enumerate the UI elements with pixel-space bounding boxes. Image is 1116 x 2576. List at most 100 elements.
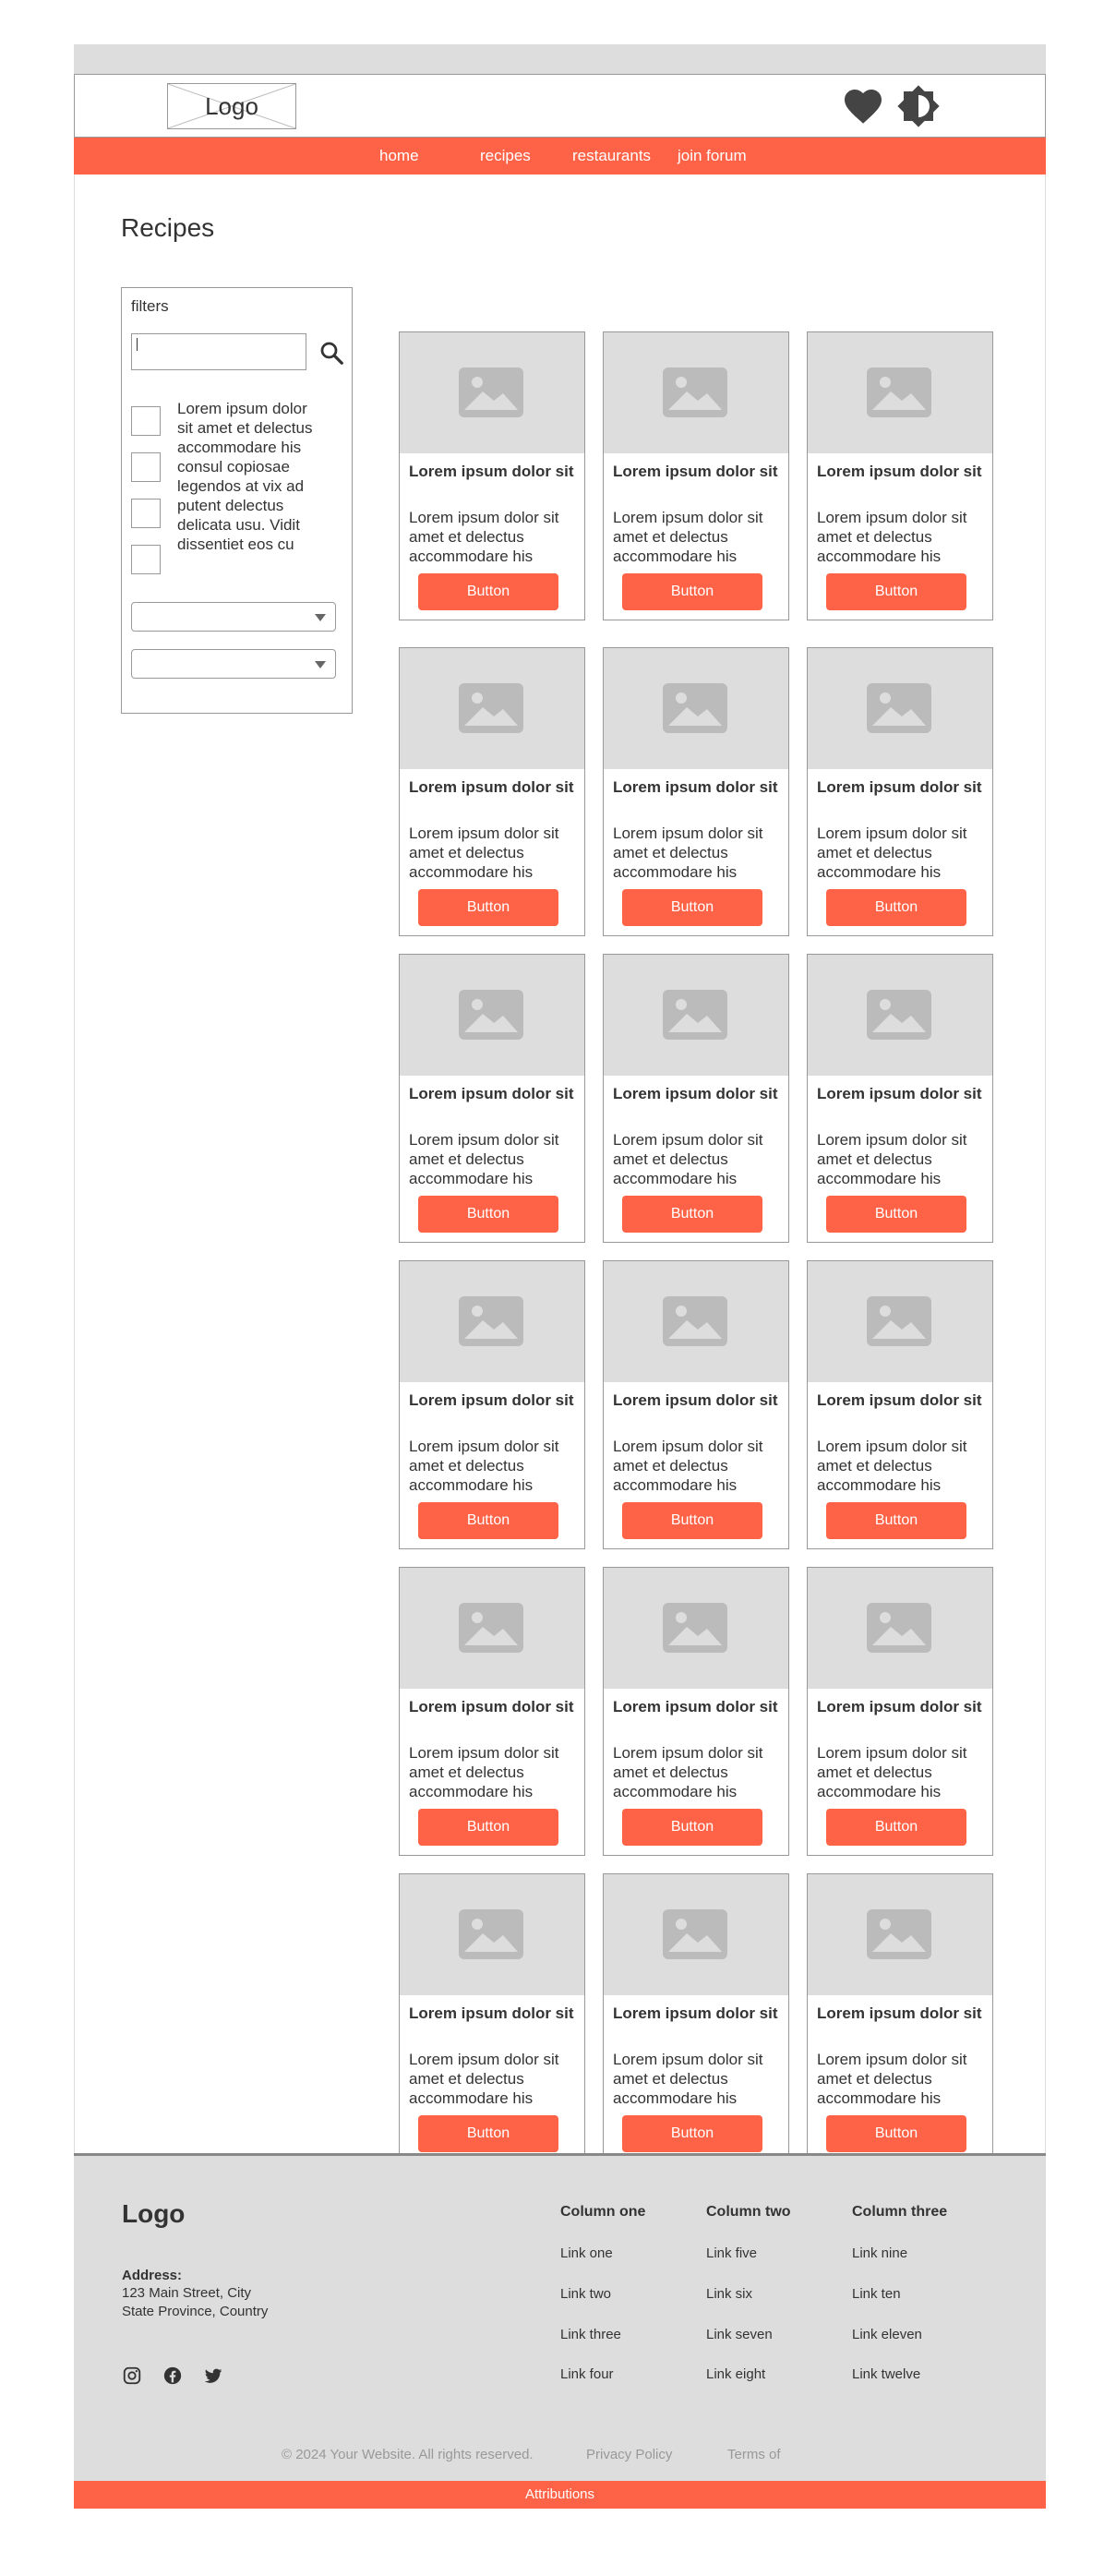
recipe-card[interactable]: Lorem ipsum dolor sit Lorem ipsum dolor s…	[399, 1260, 585, 1549]
filters-title: filters	[131, 297, 169, 315]
card-image	[808, 648, 992, 769]
footer-link[interactable]: Link twelve	[852, 2366, 920, 2382]
card-button[interactable]: Button	[418, 2115, 558, 2152]
image-placeholder-icon	[459, 1909, 523, 1959]
instagram-icon[interactable]	[122, 2365, 142, 2386]
recipe-card[interactable]: Lorem ipsum dolor sit Lorem ipsum dolor s…	[603, 1873, 789, 2162]
card-button[interactable]: Button	[418, 1196, 558, 1233]
card-button[interactable]: Button	[826, 1196, 966, 1233]
card-body: Lorem ipsum dolor sit amet et delectus a…	[817, 1131, 967, 1187]
recipe-card[interactable]: Lorem ipsum dolor sit Lorem ipsum dolor s…	[399, 647, 585, 936]
footer-link[interactable]: Link eight	[706, 2366, 765, 2382]
heart-icon[interactable]	[841, 84, 885, 128]
card-button[interactable]: Button	[826, 573, 966, 610]
card-button[interactable]: Button	[622, 1196, 762, 1233]
card-body: Lorem ipsum dolor sit amet et delectus a…	[409, 2051, 559, 2107]
recipe-card[interactable]: Lorem ipsum dolor sit Lorem ipsum dolor s…	[399, 1873, 585, 2162]
recipe-card[interactable]: Lorem ipsum dolor sit Lorem ipsum dolor s…	[603, 331, 789, 620]
card-image	[808, 1874, 992, 1995]
recipe-card[interactable]: Lorem ipsum dolor sit Lorem ipsum dolor s…	[603, 954, 789, 1243]
recipe-card[interactable]: Lorem ipsum dolor sit Lorem ipsum dolor s…	[807, 954, 993, 1243]
recipe-card[interactable]: Lorem ipsum dolor sit Lorem ipsum dolor s…	[807, 331, 993, 620]
card-body: Lorem ipsum dolor sit amet et delectus a…	[409, 825, 559, 881]
card-button[interactable]: Button	[826, 1502, 966, 1539]
search-input[interactable]	[131, 333, 306, 370]
card-title: Lorem ipsum dolor sit	[817, 2004, 982, 2022]
card-button[interactable]: Button	[622, 889, 762, 926]
card-button[interactable]: Button	[826, 1809, 966, 1846]
image-placeholder-icon	[867, 1909, 931, 1959]
card-button[interactable]: Button	[826, 2115, 966, 2152]
attributions-bar[interactable]: Attributions	[74, 2481, 1046, 2509]
recipe-card[interactable]: Lorem ipsum dolor sit Lorem ipsum dolor s…	[399, 1567, 585, 1856]
image-placeholder-icon	[867, 1296, 931, 1346]
card-button[interactable]: Button	[826, 889, 966, 926]
footer-link[interactable]: Link nine	[852, 2245, 907, 2261]
main-content: Recipes filters Lorem ipsum dolor sit am…	[74, 175, 1046, 2162]
recipe-card[interactable]: Lorem ipsum dolor sit Lorem ipsum dolor s…	[399, 331, 585, 620]
filter-dropdown-1[interactable]	[131, 602, 336, 632]
text-cursor	[137, 338, 138, 351]
card-button[interactable]: Button	[418, 889, 558, 926]
footer-column-heading: Column three	[852, 2204, 948, 2220]
recipe-card[interactable]: Lorem ipsum dolor sit Lorem ipsum dolor s…	[807, 1567, 993, 1856]
card-button[interactable]: Button	[418, 1809, 558, 1846]
terms-link[interactable]: Terms of	[727, 2447, 781, 2462]
filter-dropdown-2[interactable]	[131, 649, 336, 679]
card-image	[604, 1568, 788, 1689]
card-button[interactable]: Button	[418, 1502, 558, 1539]
card-body: Lorem ipsum dolor sit amet et delectus a…	[409, 1438, 559, 1494]
footer-link[interactable]: Link eleven	[852, 2327, 922, 2342]
footer-link[interactable]: Link four	[560, 2366, 614, 2382]
card-title: Lorem ipsum dolor sit	[817, 1391, 982, 1409]
recipe-card[interactable]: Lorem ipsum dolor sit Lorem ipsum dolor s…	[603, 1567, 789, 1856]
card-body: Lorem ipsum dolor sit amet et delectus a…	[817, 1744, 967, 1800]
recipe-card[interactable]: Lorem ipsum dolor sit Lorem ipsum dolor s…	[807, 647, 993, 936]
card-button[interactable]: Button	[622, 573, 762, 610]
filter-checkbox-2[interactable]	[131, 452, 161, 482]
recipe-card[interactable]: Lorem ipsum dolor sit Lorem ipsum dolor s…	[807, 1260, 993, 1549]
image-placeholder-icon	[459, 367, 523, 417]
footer-link[interactable]: Link five	[706, 2245, 757, 2261]
footer-logo[interactable]: Logo	[122, 2199, 185, 2229]
image-placeholder-icon	[459, 1603, 523, 1653]
card-image	[400, 1261, 584, 1382]
image-placeholder-icon	[663, 683, 727, 733]
card-button[interactable]: Button	[622, 1809, 762, 1846]
card-button[interactable]: Button	[622, 2115, 762, 2152]
footer: Logo Address: 123 Main Street, City Stat…	[74, 2153, 1046, 2481]
footer-link[interactable]: Link one	[560, 2245, 613, 2261]
filter-checkbox-1[interactable]	[131, 406, 161, 436]
header-logo[interactable]: Logo	[167, 83, 296, 129]
recipe-card[interactable]: Lorem ipsum dolor sit Lorem ipsum dolor s…	[399, 954, 585, 1243]
twitter-icon[interactable]	[203, 2365, 223, 2386]
nav-item-restaurants[interactable]: restaurants	[572, 138, 651, 175]
card-button[interactable]: Button	[418, 573, 558, 610]
privacy-policy-link[interactable]: Privacy Policy	[586, 2447, 672, 2462]
card-button[interactable]: Button	[622, 1502, 762, 1539]
card-body: Lorem ipsum dolor sit amet et delectus a…	[817, 1438, 967, 1494]
recipe-card[interactable]: Lorem ipsum dolor sit Lorem ipsum dolor s…	[603, 647, 789, 936]
search-icon[interactable]	[318, 339, 345, 367]
footer-link[interactable]: Link seven	[706, 2327, 773, 2342]
card-image	[808, 332, 992, 453]
footer-link[interactable]: Link two	[560, 2286, 611, 2302]
recipe-card[interactable]: Lorem ipsum dolor sit Lorem ipsum dolor s…	[603, 1260, 789, 1549]
card-image	[604, 332, 788, 453]
footer-link[interactable]: Link ten	[852, 2286, 901, 2302]
image-placeholder-icon	[459, 1296, 523, 1346]
nav-item-home[interactable]: home	[379, 138, 419, 175]
brightness-icon[interactable]	[896, 84, 941, 128]
nav-item-recipes[interactable]: recipes	[480, 138, 531, 175]
card-body: Lorem ipsum dolor sit amet et delectus a…	[817, 509, 967, 565]
filter-checkbox-3[interactable]	[131, 499, 161, 528]
card-body: Lorem ipsum dolor sit amet et delectus a…	[817, 825, 967, 881]
address-line-1: 123 Main Street, City	[122, 2285, 252, 2301]
nav-item-join-forum[interactable]: join forum	[678, 138, 747, 175]
facebook-icon[interactable]	[162, 2365, 183, 2386]
footer-link[interactable]: Link six	[706, 2286, 752, 2302]
footer-link[interactable]: Link three	[560, 2327, 621, 2342]
recipe-card[interactable]: Lorem ipsum dolor sit Lorem ipsum dolor s…	[807, 1873, 993, 2162]
filter-checkbox-4[interactable]	[131, 545, 161, 574]
card-image	[400, 648, 584, 769]
